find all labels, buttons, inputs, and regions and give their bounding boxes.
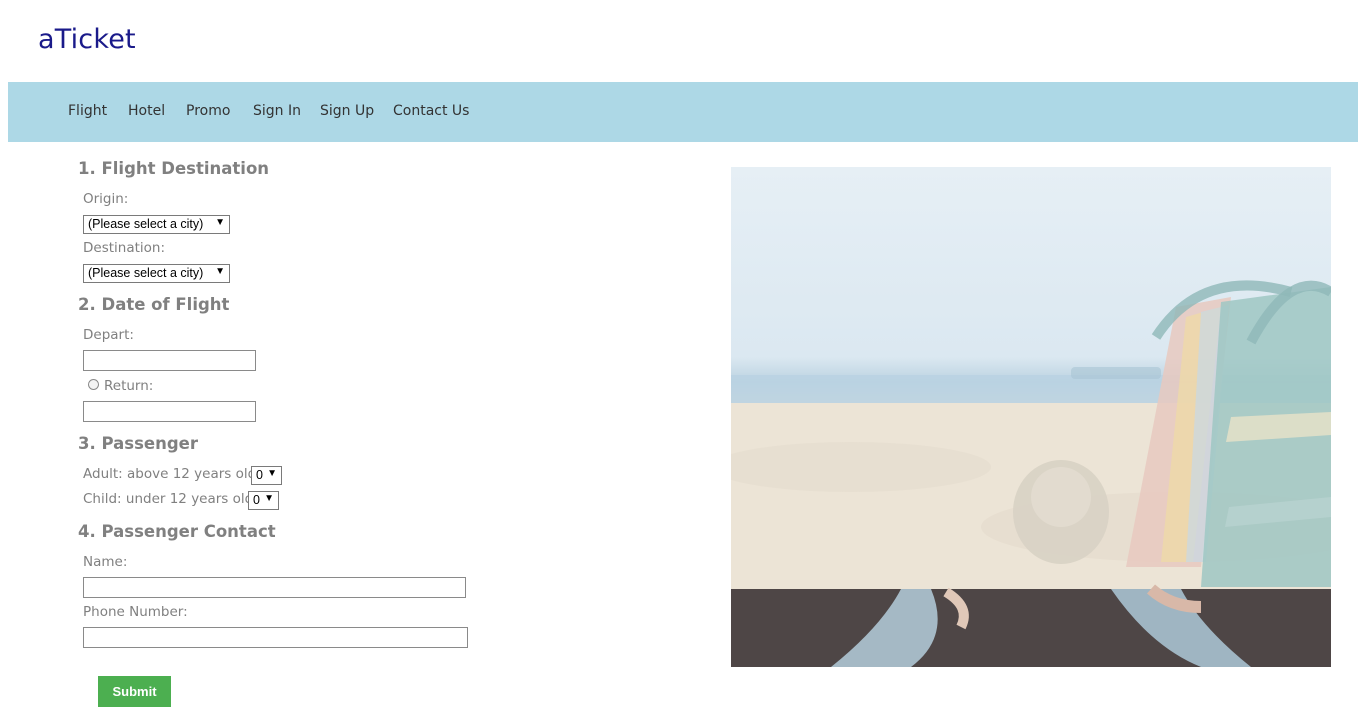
origin-select[interactable]: (Please select a city) ▼	[83, 215, 230, 234]
return-radio[interactable]	[88, 379, 99, 390]
phone-input[interactable]	[83, 627, 468, 648]
return-label: Return:	[104, 378, 154, 394]
name-input[interactable]	[83, 577, 466, 598]
nav-promo[interactable]: Promo	[186, 103, 230, 119]
depart-date-input[interactable]	[83, 350, 256, 371]
destination-select-value: (Please select a city)	[88, 266, 204, 280]
submit-button[interactable]: Submit	[98, 676, 171, 707]
child-label: Child: under 12 years old	[83, 491, 254, 507]
nav-flight[interactable]: Flight	[68, 103, 107, 119]
beach-photo-illustration	[731, 280, 1331, 667]
origin-label: Origin:	[83, 191, 129, 207]
dropdown-arrow-icon: ▼	[215, 217, 225, 228]
nav-contact-us[interactable]: Contact Us	[393, 103, 469, 119]
nav-sign-in[interactable]: Sign In	[253, 103, 301, 119]
adult-count-select[interactable]: 0 ▼	[251, 466, 282, 485]
section-title-date-of-flight: 2. Date of Flight	[78, 295, 230, 314]
child-count-value: 0	[253, 493, 260, 507]
depart-label: Depart:	[83, 327, 134, 343]
adult-count-value: 0	[256, 468, 263, 482]
origin-select-value: (Please select a city)	[88, 217, 204, 231]
destination-label: Destination:	[83, 240, 166, 256]
destination-select[interactable]: (Please select a city) ▼	[83, 264, 230, 283]
nav-hotel[interactable]: Hotel	[128, 103, 165, 119]
child-count-select[interactable]: 0 ▼	[248, 491, 279, 510]
name-label: Name:	[83, 554, 128, 570]
section-title-flight-destination: 1. Flight Destination	[78, 159, 270, 178]
brand-logo: aTicket	[38, 24, 136, 55]
section-title-passenger-contact: 4. Passenger Contact	[78, 522, 276, 541]
dropdown-arrow-icon: ▼	[267, 468, 277, 479]
dropdown-arrow-icon: ▼	[215, 266, 225, 277]
dropdown-arrow-icon: ▼	[264, 493, 274, 504]
main-navbar: Flight Hotel Promo Sign In Sign Up Conta…	[8, 82, 1358, 142]
phone-label: Phone Number:	[83, 604, 188, 620]
section-title-passenger: 3. Passenger	[78, 434, 198, 453]
nav-sign-up[interactable]: Sign Up	[320, 103, 374, 119]
beach-photo	[731, 167, 1331, 667]
adult-label: Adult: above 12 years old	[83, 466, 257, 482]
return-date-input[interactable]	[83, 401, 256, 422]
